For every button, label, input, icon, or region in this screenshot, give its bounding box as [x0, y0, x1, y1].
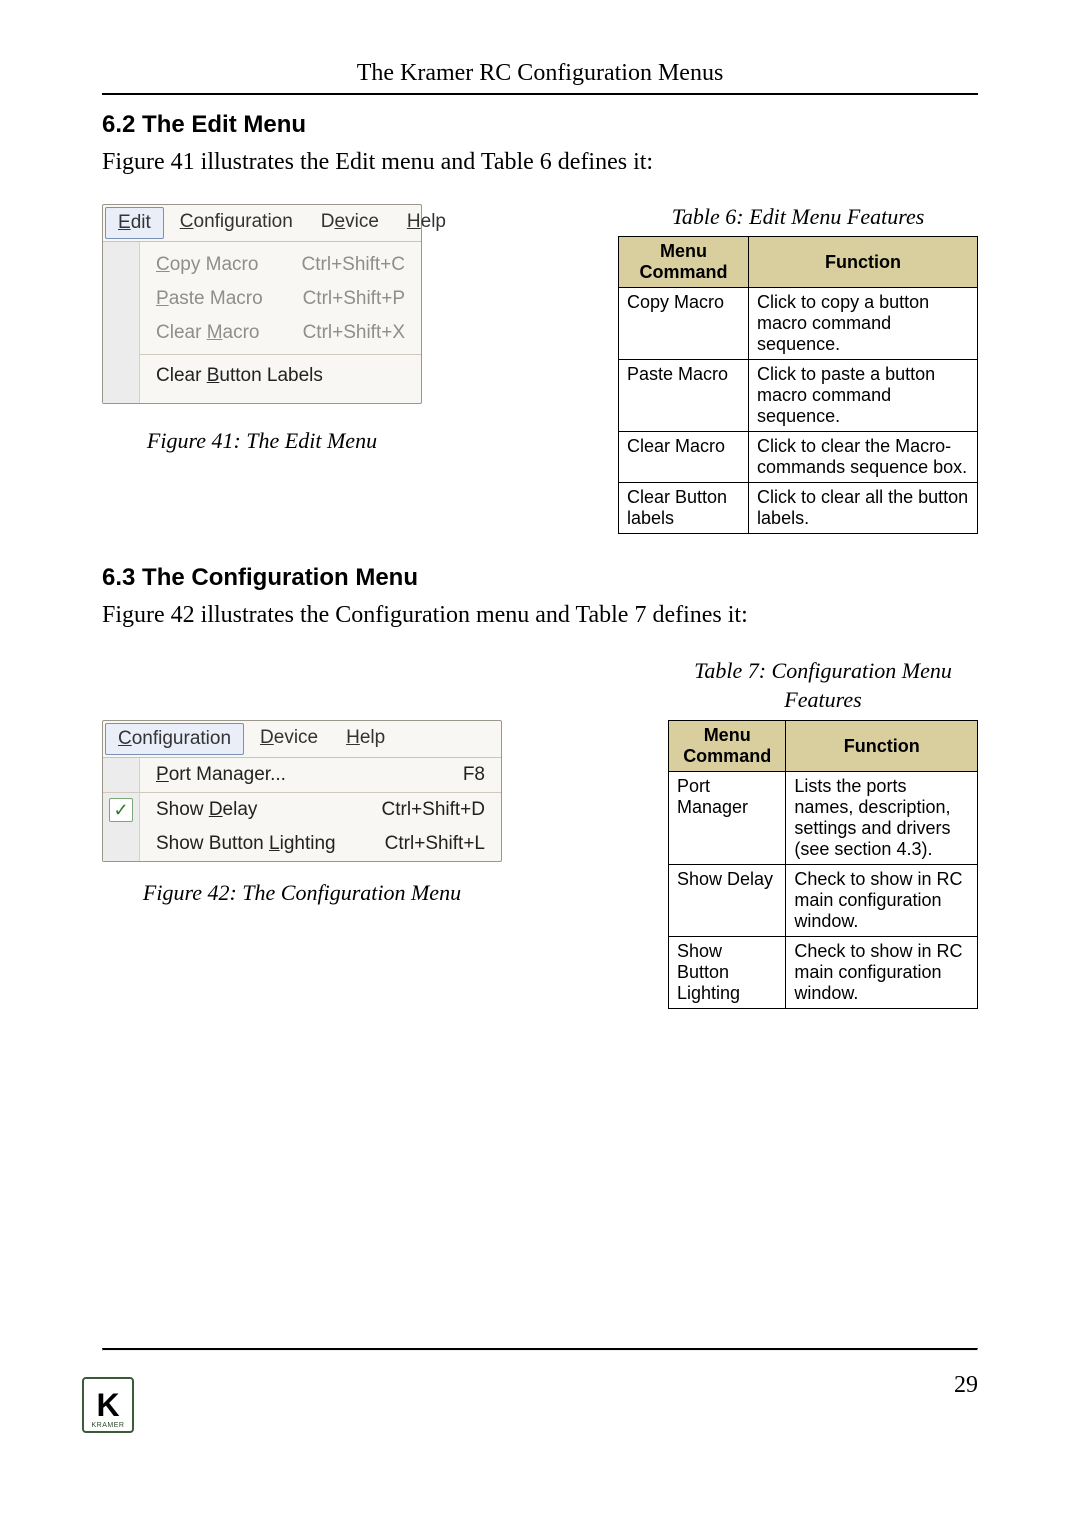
- table-row: Menu Command Function: [669, 721, 978, 772]
- menu-gutter: [103, 827, 140, 861]
- config-menu-bar: Configuration Device Help: [103, 721, 501, 758]
- edit-menu-figure: Edit Configuration Device Help Copy Macr…: [102, 204, 422, 404]
- table-row: Menu Command Function: [619, 237, 978, 288]
- cell: Show Delay: [669, 865, 786, 937]
- heading-6-3: 6.3 The Configuration Menu: [102, 564, 978, 592]
- menubar-configuration[interactable]: Configuration: [105, 723, 244, 755]
- figure-42-caption: Figure 42: The Configuration Menu: [102, 880, 502, 906]
- shortcut: F8: [463, 764, 485, 786]
- menu-separator: [140, 354, 421, 355]
- page-number: 29: [954, 1372, 978, 1399]
- menu-item-show-button-lighting[interactable]: Show Button Lighting Ctrl+Shift+L: [140, 827, 501, 861]
- menu-gutter: [103, 758, 140, 792]
- section-6-3: 6.3 The Configuration Menu Figure 42 ill…: [102, 564, 978, 1009]
- table-row: Clear Macro Click to clear the Macro-com…: [619, 432, 978, 483]
- table-7: Menu Command Function Port Manager Lists…: [668, 720, 978, 1009]
- logo-subtext: KRAMER: [92, 1422, 125, 1429]
- table-row: Port Manager Lists the ports names, desc…: [669, 772, 978, 865]
- menubar-help[interactable]: Help: [332, 721, 399, 757]
- shortcut: Ctrl+Shift+L: [385, 833, 485, 855]
- menubar-edit[interactable]: Edit: [105, 207, 164, 239]
- check-icon: ✓: [109, 798, 133, 822]
- footer-rule: [102, 1348, 978, 1351]
- menu-item-port-manager[interactable]: Port Manager... F8: [140, 758, 501, 792]
- th-menu-command: Menu Command: [669, 721, 786, 772]
- menu-item-clear-button-labels[interactable]: Clear Button Labels: [156, 359, 405, 393]
- table-7-caption: Table 7: Configuration Menu Features: [668, 657, 978, 714]
- cell: Lists the ports names, description, sett…: [786, 772, 978, 865]
- menu-gutter-check: ✓: [103, 793, 140, 827]
- cell: Port Manager: [669, 772, 786, 865]
- cell: Clear Button labels: [619, 483, 749, 534]
- cell: Show Button Lighting: [669, 937, 786, 1009]
- menu-item-paste-macro[interactable]: Paste Macro Ctrl+Shift+P: [156, 282, 405, 316]
- menubar-help[interactable]: Help: [393, 205, 460, 241]
- table-row: Copy Macro Click to copy a button macro …: [619, 288, 978, 360]
- table-6: Menu Command Function Copy Macro Click t…: [618, 236, 978, 534]
- shortcut: Ctrl+Shift+X: [303, 322, 405, 344]
- menubar-device[interactable]: Device: [246, 721, 332, 757]
- menubar-device[interactable]: Device: [307, 205, 393, 241]
- table-row: Paste Macro Click to paste a button macr…: [619, 360, 978, 432]
- heading-6-2: 6.2 The Edit Menu: [102, 111, 978, 139]
- menu-gutter: [103, 242, 140, 403]
- cell: Check to show in RC main configuration w…: [786, 937, 978, 1009]
- table-row: Clear Button labels Click to clear all t…: [619, 483, 978, 534]
- table-6-caption: Table 6: Edit Menu Features: [618, 204, 978, 230]
- config-menu-figure: Configuration Device Help Port Manager..…: [102, 720, 502, 862]
- cell: Click to paste a button macro command se…: [749, 360, 978, 432]
- running-head: The Kramer RC Configuration Menus: [102, 60, 978, 93]
- cell: Check to show in RC main configuration w…: [786, 865, 978, 937]
- shortcut: Ctrl+Shift+C: [302, 254, 405, 276]
- edit-menu-bar: Edit Configuration Device Help: [103, 205, 421, 242]
- menu-item-clear-macro[interactable]: Clear Macro Ctrl+Shift+X: [156, 316, 405, 350]
- cell: Paste Macro: [619, 360, 749, 432]
- cell: Click to copy a button macro command seq…: [749, 288, 978, 360]
- menu-item-show-delay[interactable]: Show Delay Ctrl+Shift+D: [140, 793, 501, 827]
- intro-6-2: Figure 41 illustrates the Edit menu and …: [102, 149, 978, 176]
- cell: Copy Macro: [619, 288, 749, 360]
- intro-6-3: Figure 42 illustrates the Configuration …: [102, 602, 978, 629]
- cell: Clear Macro: [619, 432, 749, 483]
- th-function: Function: [786, 721, 978, 772]
- logo-letter: K: [96, 1389, 119, 1421]
- cell: Click to clear the Macro-commands sequen…: [749, 432, 978, 483]
- cell: Click to clear all the button labels.: [749, 483, 978, 534]
- menu-item-copy-macro[interactable]: Copy Macro Ctrl+Shift+C: [156, 248, 405, 282]
- section-6-2: 6.2 The Edit Menu Figure 41 illustrates …: [102, 111, 978, 534]
- shortcut: Ctrl+Shift+D: [382, 799, 485, 821]
- shortcut: Ctrl+Shift+P: [303, 288, 405, 310]
- table-row: Show Button Lighting Check to show in RC…: [669, 937, 978, 1009]
- table-row: Show Delay Check to show in RC main conf…: [669, 865, 978, 937]
- kramer-logo: K KRAMER: [82, 1377, 134, 1433]
- header-rule: [102, 93, 978, 95]
- th-menu-command: Menu Command: [619, 237, 749, 288]
- th-function: Function: [749, 237, 978, 288]
- menubar-configuration[interactable]: Configuration: [166, 205, 307, 241]
- figure-41-caption: Figure 41: The Edit Menu: [102, 428, 422, 454]
